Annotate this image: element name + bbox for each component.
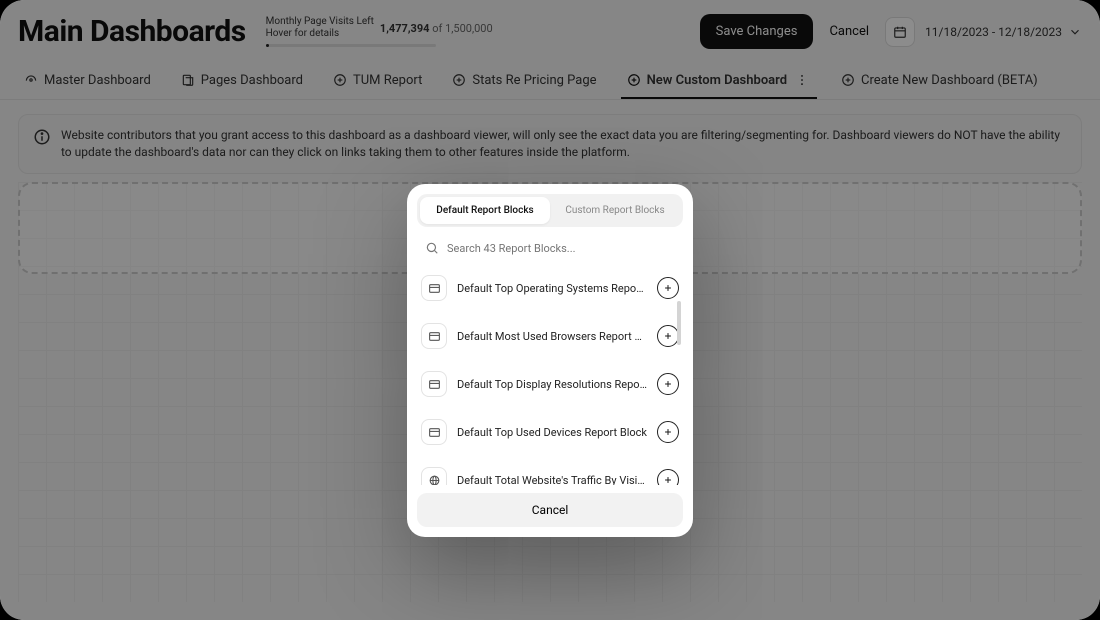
modal-item-label: Default Top Display Resolutions Report B… bbox=[457, 378, 647, 391]
modal-scrollbar[interactable] bbox=[677, 301, 681, 345]
cancel-button[interactable]: Cancel bbox=[813, 14, 885, 49]
add-block-button[interactable] bbox=[657, 325, 679, 347]
date-range-text: 11/18/2023 - 12/18/2023 bbox=[925, 25, 1062, 39]
modal-item: Default Top Operating Systems Report B..… bbox=[417, 265, 683, 311]
tab-stats-pricing[interactable]: Stats Re Pricing Page bbox=[446, 65, 602, 98]
info-banner-text: Website contributors that you grant acce… bbox=[61, 127, 1067, 161]
tab-new-custom-dashboard[interactable]: New Custom Dashboard bbox=[621, 63, 817, 99]
tab-label: TUM Report bbox=[353, 73, 422, 88]
modal-cancel-button[interactable]: Cancel bbox=[417, 493, 683, 527]
tab-label: New Custom Dashboard bbox=[647, 73, 787, 88]
tab-label: Pages Dashboard bbox=[201, 73, 303, 88]
save-button[interactable]: Save Changes bbox=[700, 14, 814, 49]
modal-search-input[interactable] bbox=[447, 242, 675, 255]
visits-label-1: Monthly Page Visits Left bbox=[266, 16, 374, 28]
search-icon bbox=[425, 241, 439, 255]
date-range-selector[interactable]: 11/18/2023 - 12/18/2023 bbox=[925, 25, 1082, 39]
window-icon bbox=[421, 323, 447, 349]
info-circle-icon bbox=[33, 128, 51, 146]
plus-circle-icon bbox=[841, 73, 855, 87]
tab-more-button[interactable] bbox=[793, 71, 811, 89]
tab-label: Stats Re Pricing Page bbox=[472, 73, 596, 88]
add-block-button[interactable] bbox=[657, 277, 679, 299]
visits-top-row: Monthly Page Visits Left Hover for detai… bbox=[266, 16, 493, 40]
visits-progress-bar bbox=[266, 44, 436, 47]
modal-item: Default Top Used Devices Report Block bbox=[417, 409, 683, 455]
calendar-icon bbox=[893, 25, 907, 39]
modal-item-label: Default Most Used Browsers Report Block bbox=[457, 330, 647, 343]
pages-icon bbox=[181, 73, 195, 87]
plus-circle-icon bbox=[452, 73, 466, 87]
tab-master-dashboard[interactable]: Master Dashboard bbox=[18, 65, 157, 98]
add-block-button[interactable] bbox=[657, 469, 679, 485]
page-visits-meter[interactable]: Monthly Page Visits Left Hover for detai… bbox=[266, 16, 493, 47]
visits-progress-fill bbox=[266, 44, 269, 47]
globe-icon bbox=[421, 467, 447, 485]
visits-of: of bbox=[432, 22, 442, 35]
gauge-icon bbox=[24, 73, 38, 87]
add-block-button[interactable] bbox=[657, 373, 679, 395]
tabs-bar: Master Dashboard Pages Dashboard TUM Rep… bbox=[0, 57, 1100, 100]
tab-label: Master Dashboard bbox=[44, 73, 151, 88]
tab-label: Create New Dashboard (BETA) bbox=[861, 73, 1038, 88]
modal-list: Default Top Operating Systems Report B..… bbox=[417, 265, 683, 485]
window-icon bbox=[421, 419, 447, 445]
tab-pages-dashboard[interactable]: Pages Dashboard bbox=[175, 65, 309, 98]
modal-item: Default Total Website's Traffic By Visit… bbox=[417, 457, 683, 485]
modal-tabs: Default Report Blocks Custom Report Bloc… bbox=[417, 194, 683, 227]
visits-total: 1,500,000 bbox=[445, 22, 493, 35]
app-window: Main Dashboards Monthly Page Visits Left… bbox=[0, 0, 1100, 620]
modal-item-label: Default Top Operating Systems Report B..… bbox=[457, 282, 647, 295]
tab-create-new-dashboard[interactable]: Create New Dashboard (BETA) bbox=[835, 65, 1044, 98]
info-banner: Website contributors that you grant acce… bbox=[18, 114, 1082, 174]
tab-tum-report[interactable]: TUM Report bbox=[327, 65, 428, 98]
page-title: Main Dashboards bbox=[18, 14, 246, 49]
modal-tab-default[interactable]: Default Report Blocks bbox=[420, 197, 550, 224]
modal-item-label: Default Total Website's Traffic By Visit… bbox=[457, 474, 647, 486]
window-icon bbox=[421, 275, 447, 301]
modal-tab-custom[interactable]: Custom Report Blocks bbox=[550, 197, 680, 224]
modal-item: Default Most Used Browsers Report Block bbox=[417, 313, 683, 359]
window-icon bbox=[421, 371, 447, 397]
report-blocks-modal: Default Report Blocks Custom Report Bloc… bbox=[407, 184, 693, 537]
chevron-down-icon bbox=[1068, 25, 1082, 39]
calendar-button[interactable] bbox=[885, 17, 915, 47]
add-block-button[interactable] bbox=[657, 421, 679, 443]
plus-circle-icon bbox=[333, 73, 347, 87]
header: Main Dashboards Monthly Page Visits Left… bbox=[0, 0, 1100, 57]
more-vertical-icon bbox=[795, 73, 809, 87]
visits-count: 1,477,394 of 1,500,000 bbox=[380, 22, 493, 35]
visits-current: 1,477,394 bbox=[380, 22, 430, 35]
modal-item-label: Default Top Used Devices Report Block bbox=[457, 426, 647, 439]
plus-circle-icon bbox=[627, 73, 641, 87]
visits-label-2: Hover for details bbox=[266, 28, 374, 40]
modal-item: Default Top Display Resolutions Report B… bbox=[417, 361, 683, 407]
modal-search bbox=[419, 233, 681, 263]
